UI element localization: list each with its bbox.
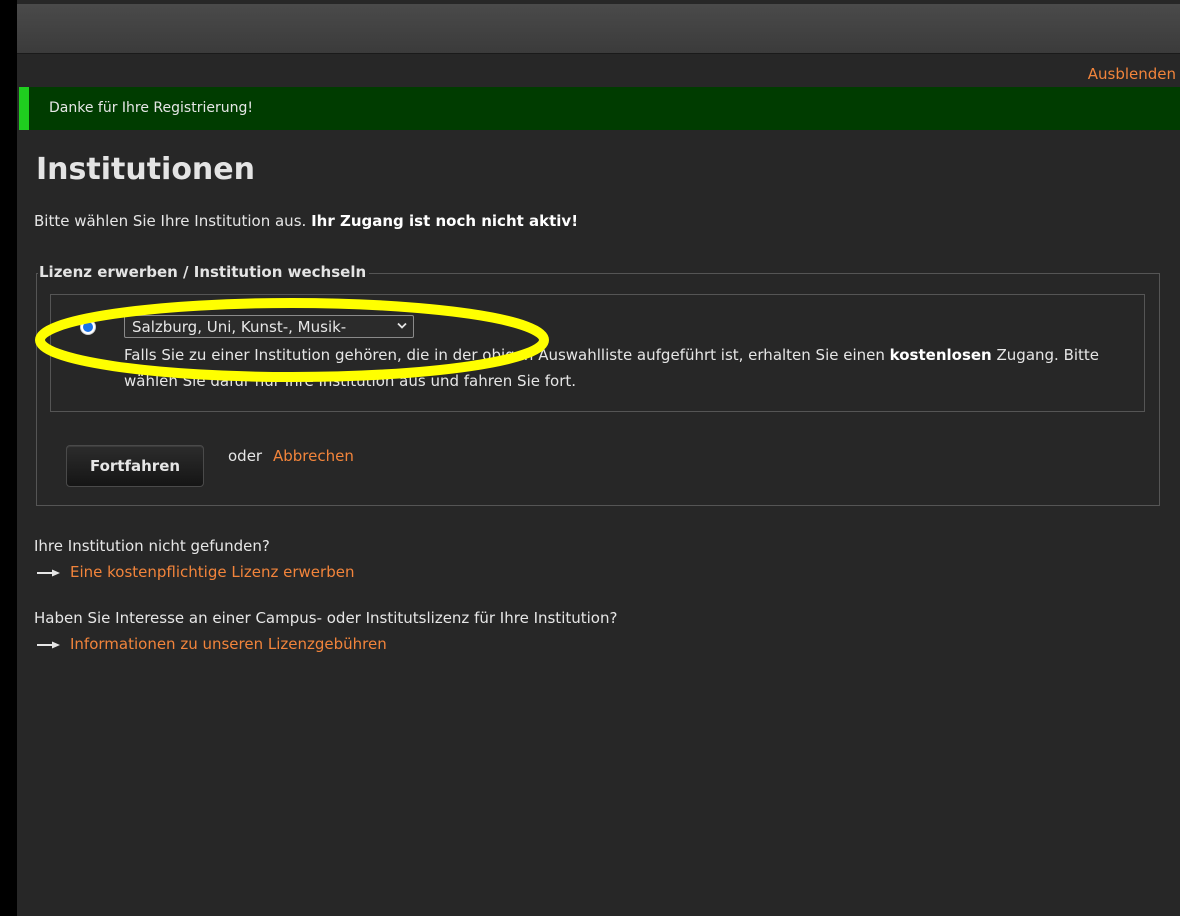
- arrow-right-icon: [37, 641, 60, 649]
- intro-text: Bitte wählen Sie Ihre Institution aus. I…: [34, 212, 578, 230]
- highlight-ellipse-annotation: [35, 298, 549, 382]
- license-fees-link[interactable]: Informationen zu unseren Lizenzgebühren: [70, 635, 387, 653]
- institution-not-found-question: Ihre Institution nicht gefunden?: [34, 537, 270, 555]
- campus-license-question: Haben Sie Interesse an einer Campus- ode…: [34, 609, 618, 627]
- option-text-free: kostenlosen: [889, 346, 992, 364]
- arrow-right-icon: [37, 569, 60, 577]
- notification-stripe: [19, 87, 29, 130]
- page-title: Institutionen: [36, 152, 255, 187]
- notification-message: Danke für Ihre Registrierung!: [49, 100, 253, 116]
- hide-notification-link[interactable]: Ausblenden: [1088, 65, 1176, 83]
- or-label: oder: [228, 447, 263, 465]
- intro-instruction: Bitte wählen Sie Ihre Institution aus.: [34, 212, 307, 230]
- paid-license-link[interactable]: Eine kostenpflichtige Lizenz erwerben: [70, 563, 354, 581]
- top-navigation-bar: [17, 4, 1180, 54]
- success-notification: Danke für Ihre Registrierung!: [19, 87, 1180, 130]
- intro-warning: Ihr Zugang ist noch nicht aktiv!: [311, 212, 579, 230]
- page-frame: Ausblenden Danke für Ihre Registrierung!…: [17, 0, 1180, 916]
- cancel-link[interactable]: Abbrechen: [273, 447, 354, 465]
- license-fieldset-legend: Lizenz erwerben / Institution wechseln: [38, 263, 370, 281]
- continue-button[interactable]: Fortfahren: [66, 445, 204, 487]
